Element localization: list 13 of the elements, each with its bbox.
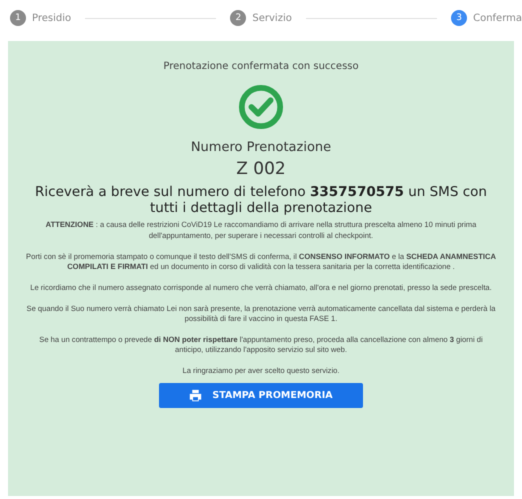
printer-icon (189, 388, 202, 402)
step-label: Presidio (32, 12, 72, 24)
step-number: 2 (230, 10, 246, 26)
step-number: 3 (451, 10, 468, 26)
booking-heading: Numero Prenotazione (190, 140, 332, 155)
step-label: Servizio (252, 12, 292, 24)
check-circle-icon (238, 84, 284, 130)
status-message: Prenotazione confermata con successo (163, 61, 359, 72)
step-number: 1 (10, 10, 26, 26)
step-label: Conferma (473, 12, 522, 24)
print-button[interactable]: STAMPA PROMEMORIA (159, 382, 363, 408)
booking-number: Z 002 (236, 159, 286, 179)
sms-notice: Riceverà a breve sul numero di telefono 3357570575 un SMS con tutti i dettagli della prenotazione (34, 184, 488, 216)
